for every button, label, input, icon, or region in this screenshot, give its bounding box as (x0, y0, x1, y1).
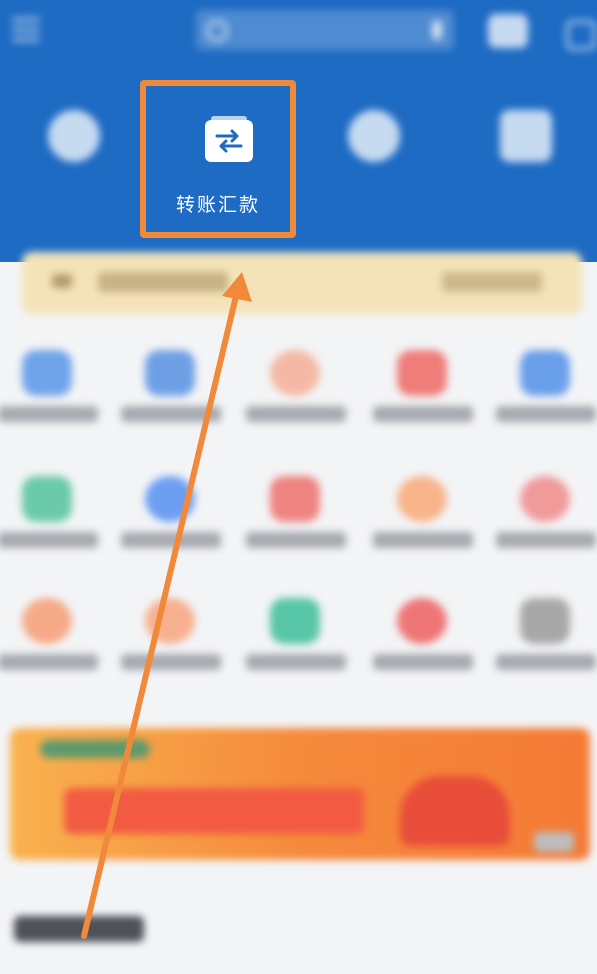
annotation-arrow (81, 272, 252, 939)
